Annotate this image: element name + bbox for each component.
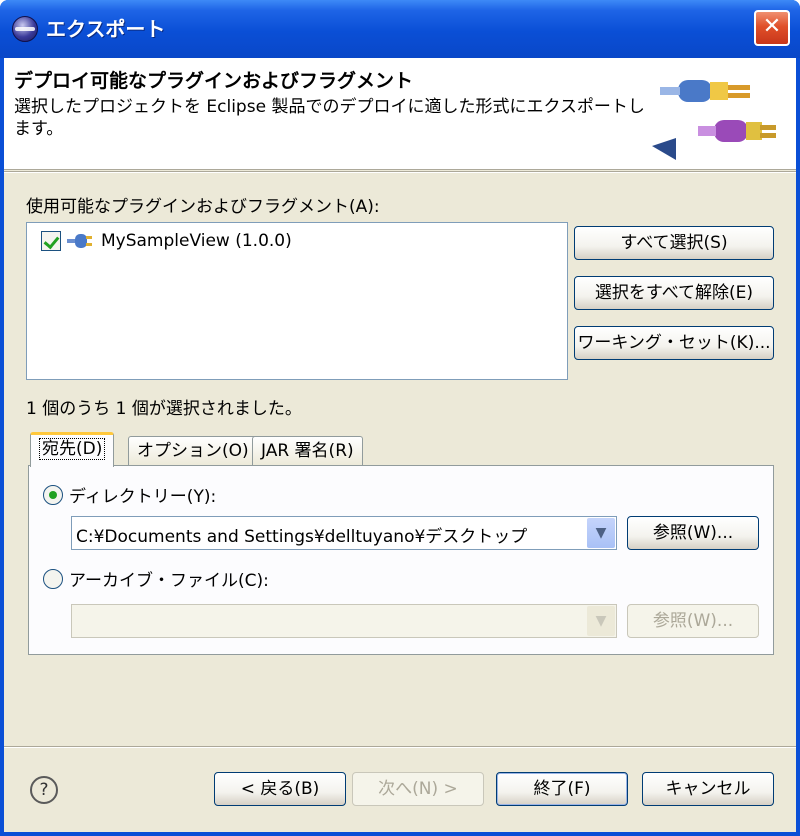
finish-button[interactable]: 終了(F): [496, 772, 628, 806]
next-button[interactable]: 次へ(N) >: [352, 772, 484, 806]
export-dialog: エクスポート ✕ デプロイ可能なプラグインおよびフラグメント 選択したプロジェク…: [0, 0, 800, 836]
page-description: 選択したプロジェクトを Eclipse 製品でのデプロイに適した形式にエクスポー…: [14, 97, 645, 139]
working-set-button[interactable]: ワーキング・セット(K)...: [574, 326, 774, 360]
plugin-icon: [67, 234, 92, 248]
chevron-down-icon[interactable]: ▼: [587, 606, 615, 636]
directory-radio[interactable]: [43, 484, 63, 505]
plugin-list[interactable]: MySampleView (1.0.0): [26, 222, 568, 380]
title-bar[interactable]: エクスポート ✕: [0, 0, 800, 58]
archive-radio[interactable]: [43, 568, 63, 589]
deselect-all-button[interactable]: 選択をすべて解除(E): [574, 276, 774, 310]
selection-status: 1 個のうち 1 個が選択されました。: [26, 399, 302, 419]
tab-options[interactable]: オプション(O): [128, 436, 258, 466]
directory-label: ディレクトリー(Y):: [69, 487, 217, 507]
close-button[interactable]: ✕: [754, 10, 790, 46]
archive-combo[interactable]: ▼: [71, 604, 617, 638]
window-title: エクスポート: [46, 17, 166, 41]
directory-option[interactable]: ディレクトリー(Y):: [43, 482, 216, 507]
plugin-name: MySampleView (1.0.0): [101, 231, 292, 251]
wizard-header: デプロイ可能なプラグインおよびフラグメント 選択したプロジェクトを Eclips…: [4, 58, 796, 170]
tab-destination[interactable]: 宛先(D): [30, 432, 115, 467]
directory-combo[interactable]: C:¥Documents and Settings¥delltuyano¥デスク…: [71, 516, 617, 550]
tab-jar-signing[interactable]: JAR 署名(R): [252, 436, 363, 466]
plugin-export-icon: [652, 80, 776, 160]
header-separator: [4, 171, 796, 173]
browse-button[interactable]: 参照(W)...: [627, 516, 759, 550]
archive-label: アーカイブ・ファイル(C):: [69, 571, 269, 591]
tab-destination-label: 宛先(D): [39, 438, 106, 460]
list-item[interactable]: MySampleView (1.0.0): [41, 231, 292, 251]
chevron-down-icon[interactable]: ▼: [587, 518, 615, 548]
destination-panel: ディレクトリー(Y): C:¥Documents and Settings¥de…: [28, 465, 774, 655]
footer-separator: [4, 746, 796, 748]
page-title: デプロイ可能なプラグインおよびフラグメント: [14, 70, 414, 92]
eclipse-icon: [12, 16, 38, 42]
plugin-checkbox[interactable]: [41, 231, 61, 251]
plugins-label: 使用可能なプラグインおよびフラグメント(A):: [26, 197, 380, 217]
directory-value: C:¥Documents and Settings¥delltuyano¥デスク…: [76, 527, 528, 547]
help-icon[interactable]: ?: [30, 776, 58, 804]
select-all-button[interactable]: すべて選択(S): [574, 226, 774, 260]
back-button[interactable]: < 戻る(B): [214, 772, 346, 806]
archive-option[interactable]: アーカイブ・ファイル(C):: [43, 566, 269, 591]
cancel-button[interactable]: キャンセル: [642, 772, 774, 806]
dialog-body: デプロイ可能なプラグインおよびフラグメント 選択したプロジェクトを Eclips…: [4, 58, 796, 832]
archive-browse-button[interactable]: 参照(W)...: [627, 604, 759, 638]
